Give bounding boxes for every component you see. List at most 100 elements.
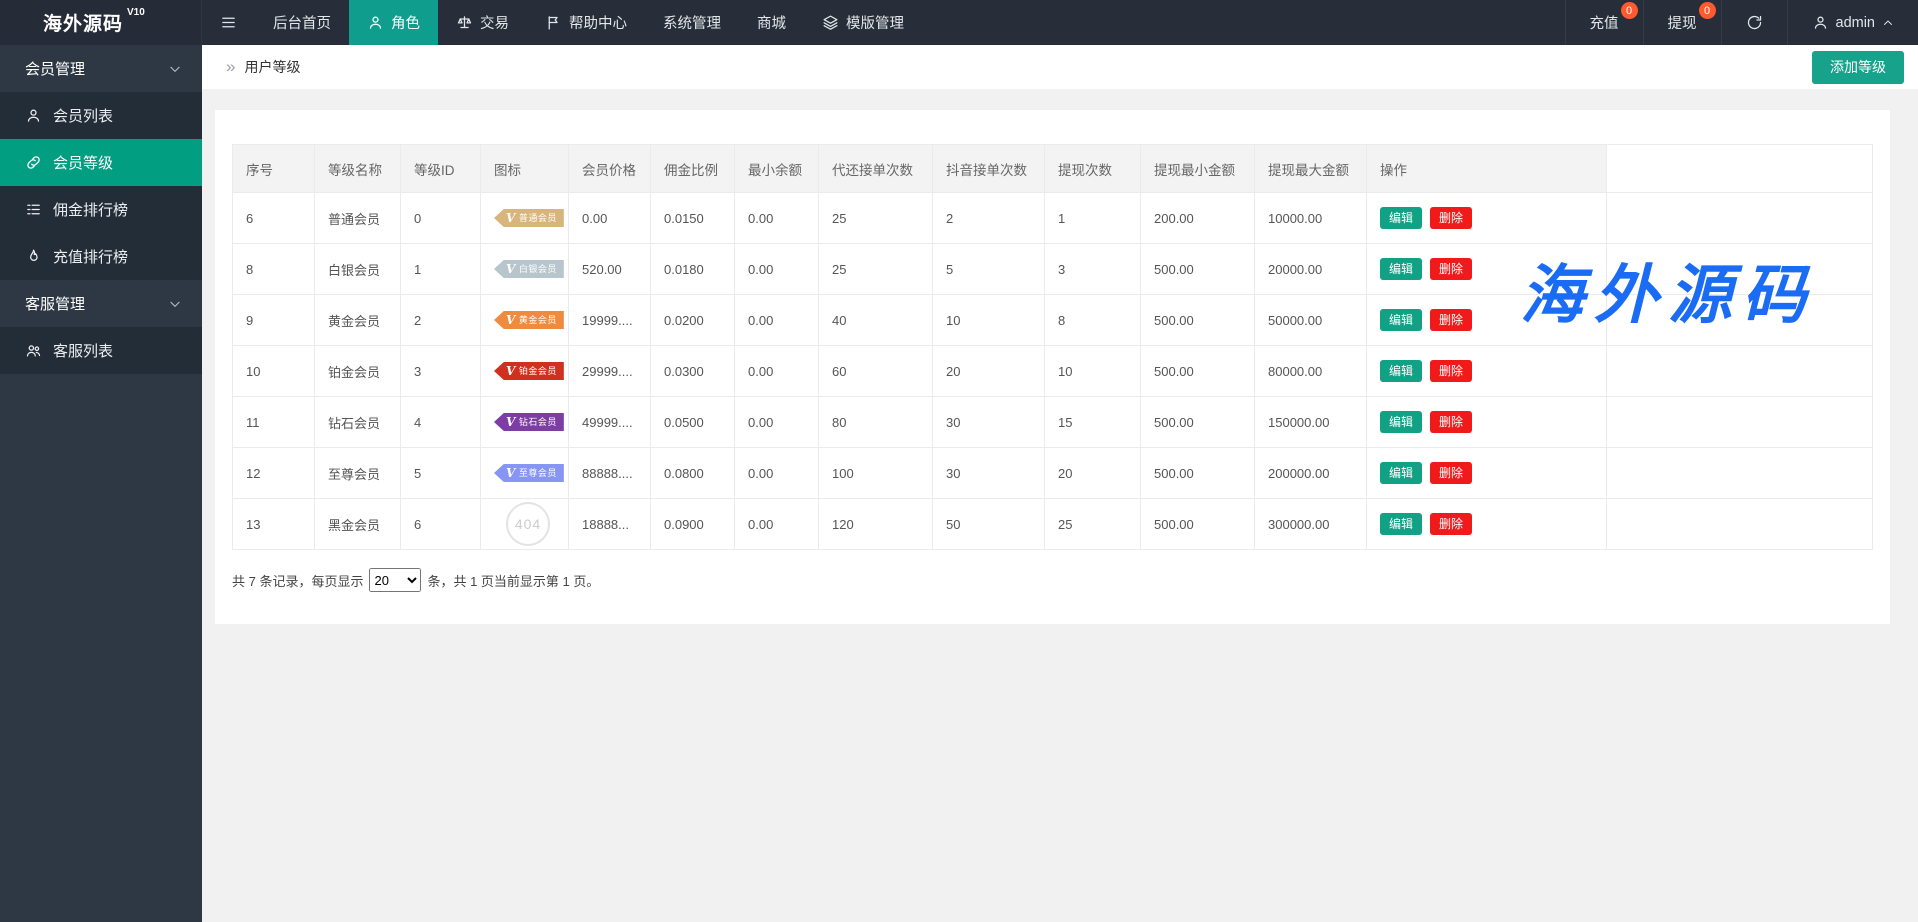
cell-price: 18888... [569,499,651,550]
cell-actions: 编辑删除 [1367,346,1607,397]
cell-icon: V至尊会员 [481,448,569,499]
column-header: 提现最大金额 [1255,145,1367,193]
cell-commission: 0.0500 [651,397,735,448]
logo-version: V10 [127,7,145,18]
nav-item-label: 系统管理 [663,12,721,33]
table-row: 11钻石会员4V钻石会员49999....0.05000.00803015500… [233,397,1873,448]
edit-button[interactable]: 编辑 [1380,462,1422,484]
refresh-button[interactable] [1721,0,1787,45]
cell-withdraw_times: 15 [1045,397,1141,448]
cell-actions: 编辑删除 [1367,448,1607,499]
nav-item-label: 商城 [757,12,786,33]
delete-button[interactable]: 删除 [1430,309,1472,331]
edit-button[interactable]: 编辑 [1380,411,1422,433]
column-header: 操作 [1367,145,1607,193]
sidebar-item-member-level[interactable]: 会员等级 [0,139,202,186]
cell-name: 钻石会员 [315,397,401,448]
cell-douyin: 30 [933,397,1045,448]
cell-daihuan: 40 [819,295,933,346]
nav-item-trade[interactable]: 交易 [438,0,527,45]
pagination-prefix: 共 7 条记录，每页显示 [232,571,363,590]
sidebar-item-service-list[interactable]: 客服列表 [0,327,202,374]
app-window: 海外源码 V10 后台首页 角色交易 帮助中心 系统管理 商城模版管理 充值 0 提现 … [0,0,1918,922]
cell-douyin: 5 [933,244,1045,295]
column-header: 等级名称 [315,145,401,193]
cell-name: 白银会员 [315,244,401,295]
cell-level_id: 5 [401,448,481,499]
nav-item-roles[interactable]: 角色 [349,0,438,45]
cell-icon: V黄金会员 [481,295,569,346]
nav-item-system[interactable]: 系统管理 [645,0,739,45]
sidebar-group-label: 客服管理 [25,293,85,314]
cell-level_id: 4 [401,397,481,448]
delete-button[interactable]: 删除 [1430,258,1472,280]
cell-withdraw_times: 25 [1045,499,1141,550]
app-logo: 海外源码 V10 [0,0,202,45]
cell-commission: 0.0800 [651,448,735,499]
sidebar-item-member-list[interactable]: 会员列表 [0,92,202,139]
column-header: 序号 [233,145,315,193]
nav-item-home[interactable]: 后台首页 [255,0,349,45]
cell-withdraw_times: 3 [1045,244,1141,295]
nav-item-label: 角色 [391,12,420,33]
cell-min_balance: 0.00 [735,499,819,550]
recharge-button[interactable]: 充值 0 [1565,0,1643,45]
delete-button[interactable]: 删除 [1430,207,1472,229]
cell-name: 铂金会员 [315,346,401,397]
cell-min_withdraw: 500.00 [1141,244,1255,295]
sidebar-group-service-management[interactable]: 客服管理 [0,280,202,327]
admin-menu-button[interactable]: admin [1787,0,1918,45]
delete-button[interactable]: 删除 [1430,360,1472,382]
cell-actions: 编辑删除 [1367,397,1607,448]
cell-douyin: 50 [933,499,1045,550]
edit-button[interactable]: 编辑 [1380,513,1422,535]
hamburger-icon [220,14,237,31]
level-badge-icon: V黄金会员 [494,311,564,329]
add-level-button[interactable]: 添加等级 [1812,51,1904,84]
cell-level_id: 3 [401,346,481,397]
sidebar-item-recharge-rank[interactable]: 充值排行榜 [0,233,202,280]
sidebar-group-member-management[interactable]: 会员管理 [0,45,202,92]
scales-icon [456,14,473,31]
nav-item-template[interactable]: 模版管理 [804,0,922,45]
table-row: 10铂金会员3V铂金会员29999....0.03000.00602010500… [233,346,1873,397]
table-header-row: 序号等级名称等级ID图标会员价格佣金比例最小余额代还接单次数抖音接单次数提现次数… [233,145,1873,193]
navbar-right: 充值 0 提现 0 admin [1565,0,1918,45]
sidebar-group-label: 会员管理 [25,58,85,79]
level-badge-icon: V铂金会员 [494,362,564,380]
cell-min_balance: 0.00 [735,295,819,346]
edit-button[interactable]: 编辑 [1380,207,1422,229]
cell-min_balance: 0.00 [735,244,819,295]
cell-daihuan: 25 [819,244,933,295]
withdraw-label: 提现 [1668,12,1697,33]
delete-button[interactable]: 删除 [1430,513,1472,535]
sidebar: 会员管理会员列表会员等级佣金排行榜充值排行榜客服管理客服列表 [0,45,202,922]
levels-table: 序号等级名称等级ID图标会员价格佣金比例最小余额代还接单次数抖音接单次数提现次数… [232,144,1873,550]
edit-button[interactable]: 编辑 [1380,360,1422,382]
withdraw-button[interactable]: 提现 0 [1643,0,1721,45]
nav-item-label: 帮助中心 [569,12,627,33]
cell-daihuan: 80 [819,397,933,448]
breadcrumb-chevrons-icon: » [226,57,235,77]
cell-withdraw_times: 20 [1045,448,1141,499]
delete-button[interactable]: 删除 [1430,411,1472,433]
table-header-filler [1607,145,1873,193]
users-icon [25,342,42,359]
sidebar-toggle-button[interactable] [202,0,255,45]
nav-item-help[interactable]: 帮助中心 [527,0,645,45]
edit-button[interactable]: 编辑 [1380,309,1422,331]
nav-item-mall[interactable]: 商城 [739,0,804,45]
sidebar-item-commission-rank[interactable]: 佣金排行榜 [0,186,202,233]
cell-commission: 0.0300 [651,346,735,397]
level-badge-icon: V至尊会员 [494,464,564,482]
edit-button[interactable]: 编辑 [1380,258,1422,280]
cell-min_withdraw: 500.00 [1141,397,1255,448]
cell-filler [1607,397,1873,448]
page-size-select[interactable]: 20 [369,568,421,592]
delete-button[interactable]: 删除 [1430,462,1472,484]
cell-name: 普通会员 [315,193,401,244]
cell-price: 19999.... [569,295,651,346]
table-row: 9黄金会员2V黄金会员19999....0.02000.0040108500.0… [233,295,1873,346]
column-header: 佣金比例 [651,145,735,193]
level-badge-icon: V普通会员 [494,209,564,227]
